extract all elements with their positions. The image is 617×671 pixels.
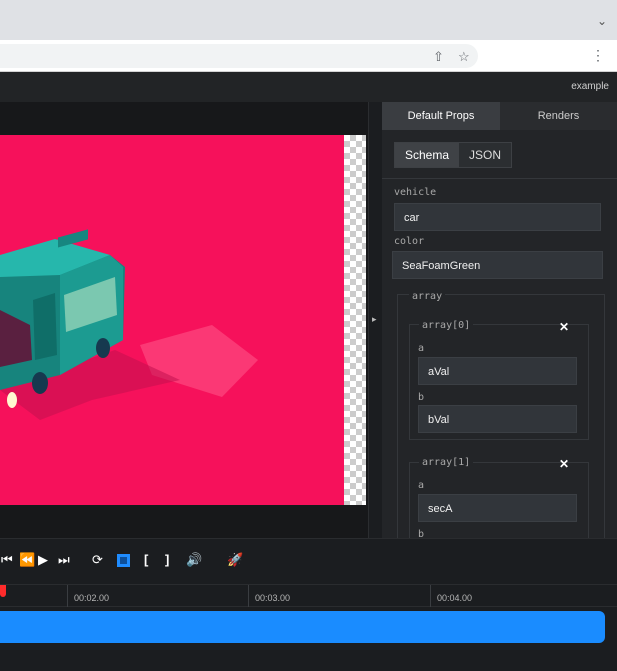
- playback-controls: ⏮ ⏪ ▶ ⏭ ⟳ [ ] 🔊 🚀: [0, 538, 617, 584]
- timestamp-label: 00:03.00: [255, 593, 291, 603]
- render-rocket-icon[interactable]: 🚀: [227, 553, 243, 567]
- out-point-icon[interactable]: ]: [165, 553, 169, 567]
- item-0-b-input[interactable]: bVal: [418, 405, 577, 433]
- timestamp-label: 00:02.00: [74, 593, 110, 603]
- array-label: array: [409, 291, 446, 302]
- in-point-icon[interactable]: [: [144, 553, 148, 567]
- props-tabs: Default Props Renders: [382, 102, 617, 130]
- remove-item-0-button[interactable]: ✕: [559, 320, 569, 334]
- item-1-b-label: b: [418, 529, 425, 538]
- chevron-down-icon[interactable]: ⌄: [597, 15, 607, 27]
- props-panel: Default Props Renders Schema JSON vehicle…: [382, 102, 617, 538]
- item-0-a-label: a: [418, 343, 425, 354]
- sequence-track[interactable]: [0, 611, 605, 643]
- collapse-arrow-icon[interactable]: ▸: [372, 314, 377, 325]
- address-bar[interactable]: ⇧ ☆: [0, 44, 478, 68]
- color-label: color: [394, 236, 425, 247]
- timeline[interactable]: 00:02.00 00:03.00 00:04.00: [0, 584, 617, 671]
- divider: [382, 178, 617, 179]
- color-input[interactable]: SeaFoamGreen: [392, 251, 603, 279]
- vehicle-input[interactable]: car: [394, 203, 601, 231]
- item-1-a-input[interactable]: secA: [418, 494, 577, 522]
- item-0-a-input[interactable]: aVal: [418, 357, 577, 385]
- jump-to-start-icon[interactable]: ⏮: [1, 553, 13, 567]
- loop-icon[interactable]: ⟳: [92, 553, 103, 567]
- composition-name: example: [571, 81, 609, 92]
- more-menu-icon[interactable]: ⋮: [591, 48, 605, 62]
- checkerboard-toggle-icon[interactable]: [117, 554, 130, 567]
- browser-toolbar: ⇧ ☆ ⋮: [0, 40, 617, 72]
- ruler-tick: [430, 585, 431, 607]
- star-icon[interactable]: ☆: [458, 50, 470, 64]
- subtab-schema[interactable]: Schema: [395, 143, 460, 167]
- step-forward-icon[interactable]: ⏭: [58, 553, 70, 567]
- item-1-a-label: a: [418, 480, 425, 491]
- playhead[interactable]: [0, 585, 6, 597]
- preview-stage: [0, 102, 370, 538]
- browser-tab-strip: ⌄: [0, 0, 617, 40]
- preview-canvas: [0, 135, 344, 505]
- tab-default-props[interactable]: Default Props: [382, 102, 500, 130]
- mode-switch: Schema JSON: [394, 142, 513, 168]
- ruler-tick: [248, 585, 249, 607]
- vehicle-label: vehicle: [394, 187, 437, 198]
- timeline-ruler[interactable]: 00:02.00 00:03.00 00:04.00: [0, 585, 617, 607]
- van-illustration: [0, 229, 258, 420]
- app-header: example: [0, 72, 617, 102]
- timestamp-label: 00:04.00: [437, 593, 473, 603]
- array-item-0-label: array[0]: [419, 320, 474, 331]
- remove-item-1-button[interactable]: ✕: [559, 457, 569, 471]
- tab-renders[interactable]: Renders: [500, 102, 617, 130]
- share-icon[interactable]: ⇧: [433, 50, 444, 64]
- panel-resize-handle[interactable]: ▸: [368, 102, 382, 538]
- item-0-b-label: b: [418, 392, 425, 403]
- step-back-icon[interactable]: ⏪: [19, 553, 35, 567]
- play-icon[interactable]: ▶: [38, 553, 48, 567]
- volume-icon[interactable]: 🔊: [186, 553, 202, 567]
- array-item-1-label: array[1]: [419, 457, 474, 468]
- ruler-tick: [67, 585, 68, 607]
- transparent-backdrop: [344, 135, 366, 505]
- subtab-json[interactable]: JSON: [459, 143, 511, 167]
